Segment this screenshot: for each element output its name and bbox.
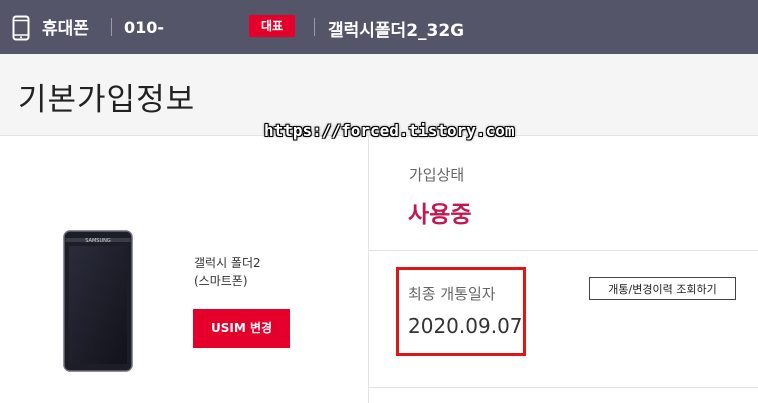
device-category: 휴대폰: [42, 19, 89, 39]
status-value: 사용중: [408, 202, 472, 228]
status-label: 가입상태: [409, 166, 465, 184]
phone-icon: [12, 15, 30, 41]
watermark: https://forced.tistory.com: [264, 121, 515, 140]
status-section: 가입상태 사용중: [369, 136, 758, 251]
header-divider: [111, 18, 112, 36]
usim-change-button[interactable]: USIM 변경: [193, 309, 290, 348]
top-bar: 휴대폰 010- 대표 갤럭시폴더2_32G: [0, 0, 758, 54]
brand-label: SAMSUNG: [85, 238, 111, 244]
device-name-line: 갤럭시 폴더2: [194, 256, 261, 270]
open-date-value: 2020.09.07: [408, 314, 523, 338]
history-lookup-button[interactable]: 개통/변경이력 조회하기: [589, 277, 736, 300]
phone-number: 010-: [124, 18, 165, 37]
device-panel: SAMSUNG 갤럭시 폴더2 (스마트폰) USIM 변경: [0, 136, 369, 403]
device-type-line: (스마트폰): [194, 274, 248, 288]
open-date-label: 최종 개통일자: [408, 285, 496, 303]
header-divider: [314, 18, 315, 36]
model-name: 갤럭시폴더2_32G: [328, 21, 465, 41]
highlight-box: [396, 267, 526, 356]
device-image: SAMSUNG: [63, 230, 133, 372]
page-title: 기본가입정보: [18, 82, 196, 118]
device-name: 갤럭시 폴더2 (스마트폰): [194, 254, 261, 290]
primary-badge: 대표: [249, 15, 295, 37]
